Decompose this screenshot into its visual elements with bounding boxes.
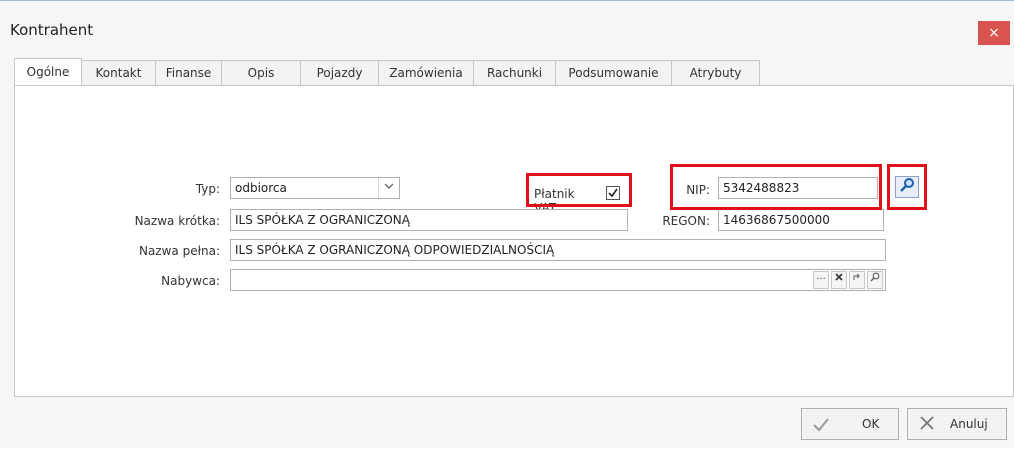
clear-icon[interactable] — [831, 271, 847, 289]
tab-finanse[interactable]: Finanse — [155, 60, 222, 85]
magnifier-icon — [900, 178, 914, 192]
title-bar: Kontrahent × — [0, 1, 1014, 45]
cancel-x-icon — [918, 409, 936, 449]
tab-kontakt[interactable]: Kontakt — [81, 60, 156, 85]
tab-pojazdy[interactable]: Pojazdy — [300, 60, 379, 85]
goto-icon[interactable] — [849, 271, 865, 289]
kontrahent-dialog: Kontrahent × Ogólne Kontakt Finanse Opis… — [0, 0, 1014, 448]
nabywca-field[interactable]: ··· — [230, 269, 886, 291]
cancel-button[interactable]: Anuluj — [907, 408, 1007, 440]
nip-label: NIP: — [686, 183, 710, 197]
typ-value: odbiorca — [235, 181, 287, 195]
chevron-down-icon[interactable] — [378, 178, 399, 198]
ok-button[interactable]: OK — [801, 408, 899, 440]
platnik-vat-checkbox[interactable] — [606, 186, 620, 200]
tab-rachunki[interactable]: Rachunki — [473, 60, 556, 85]
close-button[interactable]: × — [978, 21, 1010, 45]
nabywca-label: Nabywca: — [161, 274, 220, 288]
check-icon — [812, 409, 830, 449]
regon-field[interactable]: 14636867500000 — [718, 209, 884, 231]
tab-atrybuty[interactable]: Atrybuty — [671, 60, 760, 85]
nazwa-krotka-label: Nazwa krótka: — [134, 214, 220, 228]
typ-select[interactable]: odbiorca — [230, 177, 400, 199]
tab-ogolne[interactable]: Ogólne — [14, 58, 82, 85]
window-title: Kontrahent — [10, 21, 94, 39]
search-icon[interactable] — [867, 271, 883, 289]
tab-opis[interactable]: Opis — [221, 60, 301, 85]
typ-label: Typ: — [195, 182, 220, 196]
tab-bar: Ogólne Kontakt Finanse Opis Pojazdy Zamó… — [14, 58, 760, 86]
ellipsis-icon[interactable]: ··· — [813, 271, 829, 289]
nip-search-button[interactable] — [895, 176, 919, 198]
nazwa-pelna-label: Nazwa pełna: — [138, 244, 220, 258]
checkmark-icon — [608, 188, 618, 198]
close-icon: × — [988, 25, 1000, 41]
nazwa-krotka-field[interactable]: ILS SPÓŁKA Z OGRANICZONĄ — [230, 209, 628, 231]
tab-zamowienia[interactable]: Zamówienia — [378, 60, 474, 85]
nazwa-pelna-field[interactable]: ILS SPÓŁKA Z OGRANICZONĄ ODPOWIEDZIALNOŚ… — [230, 239, 886, 261]
regon-label: REGON: — [662, 214, 710, 228]
nip-field[interactable]: 5342488823 — [718, 177, 878, 199]
nabywca-actions: ··· — [813, 271, 883, 289]
tab-podsumowanie[interactable]: Podsumowanie — [555, 60, 672, 85]
